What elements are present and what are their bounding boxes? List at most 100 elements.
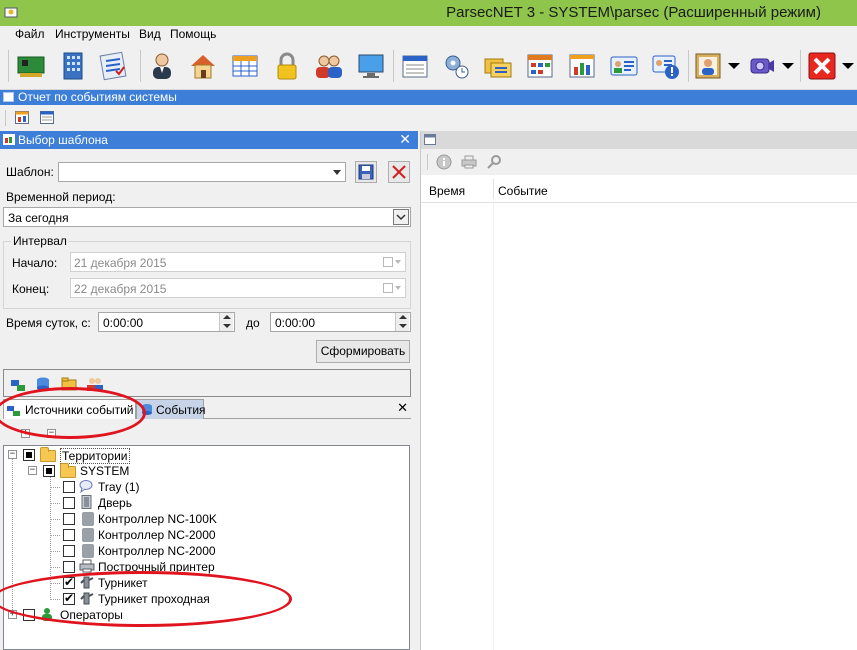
tree-node-controller[interactable]: Контроллер NC-2000 <box>4 527 404 543</box>
delete-icon <box>392 165 406 179</box>
tree-checkbox[interactable] <box>63 561 75 573</box>
camera-dropdown[interactable] <box>782 63 794 69</box>
tree-node-tray[interactable]: Tray (1) <box>4 479 404 495</box>
start-date-value: 21 декабря 2015 <box>74 256 167 270</box>
template-panel-icon <box>3 134 15 145</box>
tree-checkbox[interactable] <box>63 481 75 493</box>
home-icon[interactable] <box>188 51 218 81</box>
report-calendar-icon[interactable] <box>40 111 54 124</box>
toolbar-separator <box>688 50 689 82</box>
period-label: Временной период: <box>6 190 116 204</box>
network-sources-icon[interactable] <box>10 376 26 392</box>
period-select[interactable]: За сегодня <box>3 207 411 227</box>
tree-checkbox[interactable] <box>43 465 55 477</box>
folder-icon <box>40 447 56 462</box>
photo-id-icon[interactable] <box>693 51 723 81</box>
tree-node-label: Контроллер NC-2000 <box>98 544 216 558</box>
title-bar: ParsecNET 3 - SYSTEM\parsec (Расширенный… <box>0 0 857 26</box>
start-date-picker[interactable]: 21 декабря 2015 <box>70 252 406 272</box>
save-template-button[interactable] <box>355 161 377 183</box>
id-card-icon[interactable] <box>609 51 639 81</box>
users-icon[interactable] <box>314 51 344 81</box>
tree-node-controller[interactable]: Контроллер NC-2000 <box>4 543 404 559</box>
events-panel: Время Событие <box>420 131 857 650</box>
table-icon[interactable] <box>230 51 260 81</box>
calendar-icon[interactable] <box>400 51 430 81</box>
search-icon[interactable] <box>486 154 502 170</box>
exit-icon[interactable] <box>807 51 837 81</box>
report-window-icon <box>3 92 14 102</box>
time-from-value: 0:00:00 <box>103 316 144 330</box>
schedule-grid-icon[interactable] <box>525 51 555 81</box>
tree-node-controller[interactable]: Контроллер NC-100K <box>4 511 404 527</box>
settings-schedule-icon[interactable] <box>441 51 471 81</box>
column-divider[interactable] <box>493 179 494 199</box>
column-divider <box>493 203 494 650</box>
calendar-icon <box>424 134 436 145</box>
lock-icon[interactable] <box>272 51 302 81</box>
time-to-input[interactable]: 0:00:00 <box>270 312 411 332</box>
report-window-header: Отчет по событиям системы <box>0 90 857 105</box>
time-from-spinner[interactable] <box>219 313 233 331</box>
start-label: Начало: <box>12 256 58 270</box>
period-dropdown-button[interactable] <box>393 209 409 225</box>
annotation-ellipse-sources-tab <box>0 387 146 439</box>
exit-dropdown[interactable] <box>842 63 854 69</box>
close-icon[interactable]: ✕ <box>399 131 411 148</box>
monitor-icon[interactable] <box>356 51 386 81</box>
camera-icon[interactable] <box>746 51 776 81</box>
time-of-day-label: Время суток, с: <box>6 316 91 330</box>
tree-node-door[interactable]: Дверь <box>4 495 404 511</box>
column-header-time[interactable]: Время <box>429 184 465 198</box>
checklist-icon[interactable] <box>98 51 128 81</box>
menu-tools[interactable]: Инструменты <box>55 27 130 41</box>
tree-node-system[interactable]: − SYSTEM <box>4 463 404 479</box>
generate-button[interactable]: Сформировать <box>316 340 410 363</box>
tree-node-territories[interactable]: − Территории <box>4 447 404 464</box>
tab-events[interactable]: События <box>136 399 206 419</box>
tree-checkbox[interactable] <box>63 545 75 557</box>
tree-checkbox[interactable] <box>23 449 35 461</box>
chart-icon[interactable] <box>567 51 597 81</box>
toolbar-grip <box>5 110 6 126</box>
end-date-picker[interactable]: 22 декабря 2015 <box>70 278 406 298</box>
tree-checkbox[interactable] <box>63 513 75 525</box>
toolbar-separator <box>140 50 141 82</box>
building-icon[interactable] <box>58 51 88 81</box>
tree-checkbox[interactable] <box>63 497 75 509</box>
time-to-spinner[interactable] <box>395 313 409 331</box>
chevron-down-icon <box>396 214 406 221</box>
chevron-down-icon[interactable] <box>329 163 345 181</box>
time-from-input[interactable]: 0:00:00 <box>98 312 235 332</box>
id-warning-icon[interactable] <box>651 51 681 81</box>
events-panel-header <box>421 131 857 149</box>
user-icon[interactable] <box>147 51 177 81</box>
tree-checkbox[interactable] <box>63 529 75 541</box>
photo-id-dropdown[interactable] <box>728 63 740 69</box>
print-icon[interactable] <box>461 154 477 170</box>
network-card-icon[interactable] <box>16 51 46 81</box>
menu-bar: Файл Инструменты Вид Помощь <box>0 26 857 44</box>
collapse-node-button[interactable]: − <box>8 450 17 459</box>
toolbar-separator <box>800 50 801 82</box>
column-header-event[interactable]: Событие <box>498 184 548 198</box>
window-title: ParsecNET 3 - SYSTEM\parsec (Расширенный… <box>446 4 821 21</box>
menu-file[interactable]: Файл <box>15 27 45 41</box>
time-to-label: до <box>246 316 260 330</box>
collapse-node-button[interactable]: − <box>28 466 37 475</box>
folder-icon <box>60 463 76 478</box>
delete-template-button[interactable] <box>388 161 410 183</box>
menu-help[interactable]: Помощь <box>170 27 216 41</box>
close-icon[interactable]: ✕ <box>397 400 408 416</box>
folders-icon[interactable] <box>483 51 513 81</box>
events-grid-header: Время Событие <box>421 175 857 203</box>
report-view-icon[interactable] <box>15 111 29 124</box>
annotation-ellipse-turnstiles <box>0 571 292 627</box>
controller-icon <box>82 528 94 542</box>
template-select[interactable] <box>58 162 346 182</box>
report-window-title: Отчет по событиям системы <box>18 90 177 104</box>
info-icon[interactable] <box>436 154 452 170</box>
calendar-dropdown-icon[interactable] <box>383 283 401 294</box>
menu-view[interactable]: Вид <box>139 27 161 41</box>
calendar-dropdown-icon[interactable] <box>383 257 401 268</box>
